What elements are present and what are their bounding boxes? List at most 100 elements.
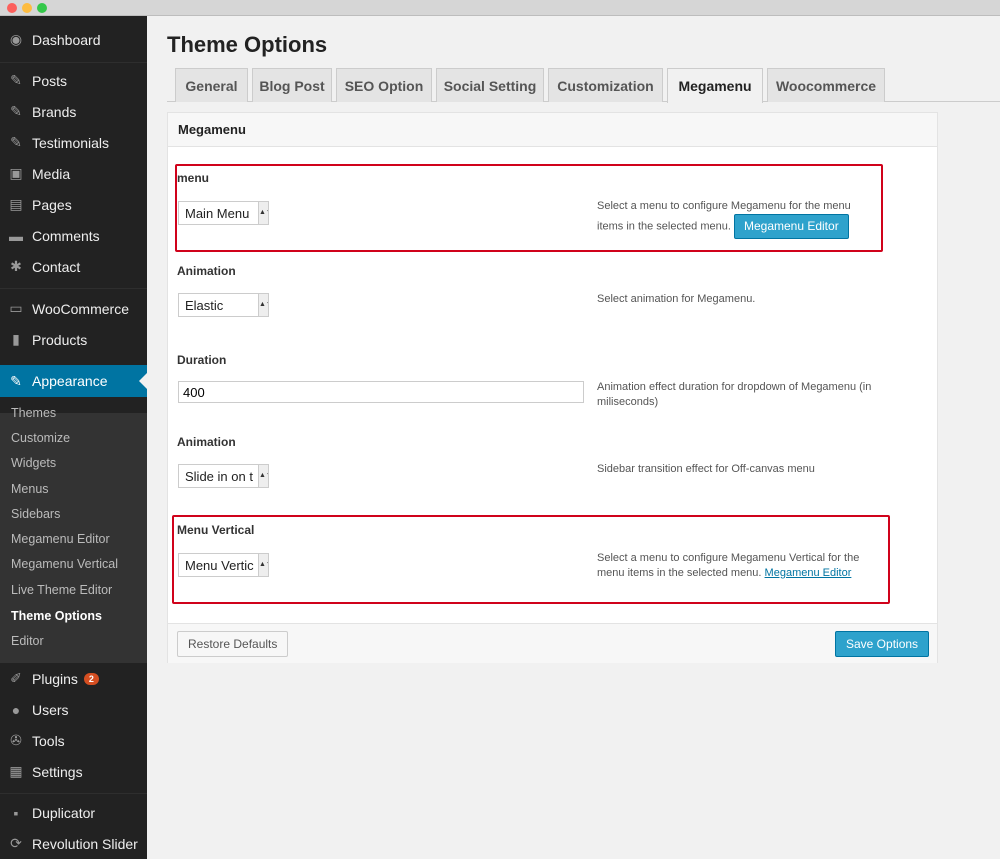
sidebar-item-label: Dashboard bbox=[32, 31, 101, 48]
tab-blog-post[interactable]: Blog Post bbox=[252, 68, 332, 102]
window-titlebar bbox=[0, 0, 1000, 16]
sidebar-item-media[interactable]: ▣ Media bbox=[0, 158, 147, 189]
products-icon: ▮ bbox=[12, 331, 20, 347]
menu-description: Select a menu to configure Megamenu for … bbox=[597, 199, 877, 239]
update-count-badge: 2 bbox=[83, 672, 99, 685]
admin-sidebar: ◉ Dashboard ✎ Posts ✎ Brands ✎ Testimoni… bbox=[0, 16, 147, 859]
sidebar-item-label: Pages bbox=[32, 196, 72, 213]
wrench-icon: ✇ bbox=[10, 732, 22, 748]
sidebar-item-label: Posts bbox=[32, 72, 68, 89]
sidebar-item-contact[interactable]: ✱ Contact bbox=[0, 251, 147, 282]
submenu-item-megamenu-vertical[interactable]: Megamenu Vertical bbox=[11, 557, 118, 571]
offcanvas-animation-select[interactable]: Slide in on t ▲▼ bbox=[178, 464, 269, 488]
panel-footer: Restore Defaults Save Options bbox=[168, 623, 937, 663]
sidebar-item-label: Brands bbox=[32, 103, 77, 120]
pin-icon: ✎ bbox=[10, 103, 22, 119]
submenu-item-editor[interactable]: Editor bbox=[11, 634, 44, 648]
sidebar-separator bbox=[0, 793, 147, 794]
sidebar-item-dashboard[interactable]: ◉ Dashboard bbox=[0, 24, 147, 55]
sidebar-item-tools[interactable]: ✇ Tools bbox=[0, 725, 147, 756]
tab-general[interactable]: General bbox=[175, 68, 248, 102]
pages-icon: ▤ bbox=[9, 196, 23, 212]
sidebar-item-label: Comments bbox=[32, 227, 100, 244]
sidebar-item-label: Duplicator bbox=[32, 804, 96, 821]
submenu-item-menus[interactable]: Menus bbox=[11, 482, 49, 496]
tab-woocommerce[interactable]: Woocommerce bbox=[767, 68, 885, 102]
duration-input[interactable] bbox=[178, 381, 584, 403]
sidebar-item-woocommerce[interactable]: ▭ WooCommerce bbox=[0, 293, 147, 324]
sidebar-item-label: Media bbox=[32, 165, 71, 182]
animation-description: Select animation for Megamenu. bbox=[597, 293, 756, 305]
sidebar-separator bbox=[0, 288, 147, 289]
sidebar-item-users[interactable]: ● Users bbox=[0, 694, 147, 725]
tab-seo-option[interactable]: SEO Option bbox=[336, 68, 432, 102]
sidebar-item-label: Plugins bbox=[32, 670, 78, 687]
restore-defaults-button[interactable]: Restore Defaults bbox=[177, 631, 289, 657]
chevron-down-icon: ▲▼ bbox=[258, 554, 268, 576]
woocommerce-icon: ▭ bbox=[9, 300, 23, 316]
animation-select-value: Elastic bbox=[185, 298, 224, 313]
page-title: Theme Options bbox=[167, 32, 328, 57]
animation-label: Animation bbox=[177, 264, 236, 278]
slider-icon: ⟳ bbox=[10, 835, 22, 851]
sidebar-item-plugins[interactable]: ✐ Plugins 2 bbox=[0, 663, 147, 694]
sidebar-item-revolution-slider[interactable]: ⟳ Revolution Slider bbox=[0, 828, 147, 859]
sidebar-item-label: Settings bbox=[32, 763, 83, 780]
sidebar-item-duplicator[interactable]: ▪ Duplicator bbox=[0, 797, 147, 828]
maximize-window-button[interactable] bbox=[37, 3, 47, 13]
submenu-item-megamenu-editor[interactable]: Megamenu Editor bbox=[11, 532, 110, 546]
tab-customization[interactable]: Customization bbox=[548, 68, 663, 102]
settings-icon: ▦ bbox=[9, 763, 23, 779]
sidebar-item-label: Products bbox=[32, 331, 88, 348]
sidebar-item-pages[interactable]: ▤ Pages bbox=[0, 189, 147, 220]
menu-vertical-select[interactable]: Menu Vertic ▲▼ bbox=[178, 553, 269, 577]
megamenu-editor-button[interactable]: Megamenu Editor bbox=[733, 214, 849, 239]
menu-select-value: Main Menu bbox=[185, 206, 250, 221]
dashboard-icon: ◉ bbox=[9, 31, 23, 47]
sidebar-item-brands[interactable]: ✎ Brands bbox=[0, 96, 147, 127]
sidebar-item-label: Revolution Slider bbox=[32, 835, 138, 852]
submenu-item-live-theme-editor[interactable]: Live Theme Editor bbox=[11, 583, 112, 597]
duration-label: Duration bbox=[177, 353, 227, 367]
tab-megamenu[interactable]: Megamenu bbox=[667, 68, 763, 103]
sidebar-item-posts[interactable]: ✎ Posts bbox=[0, 65, 147, 96]
plugin-icon: ✐ bbox=[10, 670, 22, 686]
sidebar-item-products[interactable]: ▮ Products bbox=[0, 324, 147, 355]
sidebar-separator bbox=[0, 62, 147, 63]
chevron-down-icon: ▲▼ bbox=[258, 294, 268, 316]
submenu-item-sidebars[interactable]: Sidebars bbox=[11, 507, 60, 521]
tab-social-setting[interactable]: Social Setting bbox=[436, 68, 544, 102]
megamenu-panel: Megamenu menu Main Menu ▲▼ Select a menu… bbox=[167, 112, 938, 663]
comments-icon: ▬ bbox=[9, 227, 23, 244]
menu-select[interactable]: Main Menu ▲▼ bbox=[178, 201, 269, 225]
submenu-item-widgets[interactable]: Widgets bbox=[11, 456, 56, 470]
offcanvas-animation-label: Animation bbox=[177, 435, 236, 449]
appearance-submenu: Themes Customize Widgets Menus Sidebars … bbox=[0, 406, 147, 663]
panel-heading: Megamenu bbox=[168, 113, 937, 147]
megamenu-editor-link[interactable]: Megamenu Editor bbox=[765, 567, 852, 579]
close-window-button[interactable] bbox=[7, 3, 17, 13]
gear-icon: ✱ bbox=[10, 258, 22, 274]
sidebar-item-settings[interactable]: ▦ Settings bbox=[0, 756, 147, 787]
menu-vertical-label: Menu Vertical bbox=[177, 523, 255, 537]
save-options-button[interactable]: Save Options bbox=[835, 631, 930, 657]
submenu-item-theme-options[interactable]: Theme Options bbox=[11, 609, 102, 623]
chevron-down-icon: ▲▼ bbox=[258, 465, 268, 487]
offcanvas-animation-select-value: Slide in on t bbox=[185, 469, 253, 484]
sidebar-item-appearance[interactable]: ✎ Appearance bbox=[0, 365, 147, 397]
minimize-window-button[interactable] bbox=[22, 3, 32, 13]
sidebar-item-testimonials[interactable]: ✎ Testimonials bbox=[0, 127, 147, 158]
sidebar-item-label: Testimonials bbox=[32, 134, 110, 151]
media-icon: ▣ bbox=[9, 165, 23, 181]
sidebar-item-comments[interactable]: ▬ Comments bbox=[0, 220, 147, 251]
sidebar-item-label: WooCommerce bbox=[32, 300, 129, 317]
submenu-item-customize[interactable]: Customize bbox=[11, 431, 70, 445]
pin-icon: ✎ bbox=[10, 134, 22, 150]
submenu-item-themes[interactable]: Themes bbox=[11, 406, 56, 420]
menu-label: menu bbox=[177, 171, 210, 185]
animation-select[interactable]: Elastic ▲▼ bbox=[178, 293, 269, 317]
user-icon: ● bbox=[11, 701, 21, 718]
duration-description: Animation effect duration for dropdown o… bbox=[597, 381, 872, 408]
duplicator-icon: ▪ bbox=[13, 804, 19, 821]
chevron-down-icon: ▲▼ bbox=[258, 202, 268, 224]
